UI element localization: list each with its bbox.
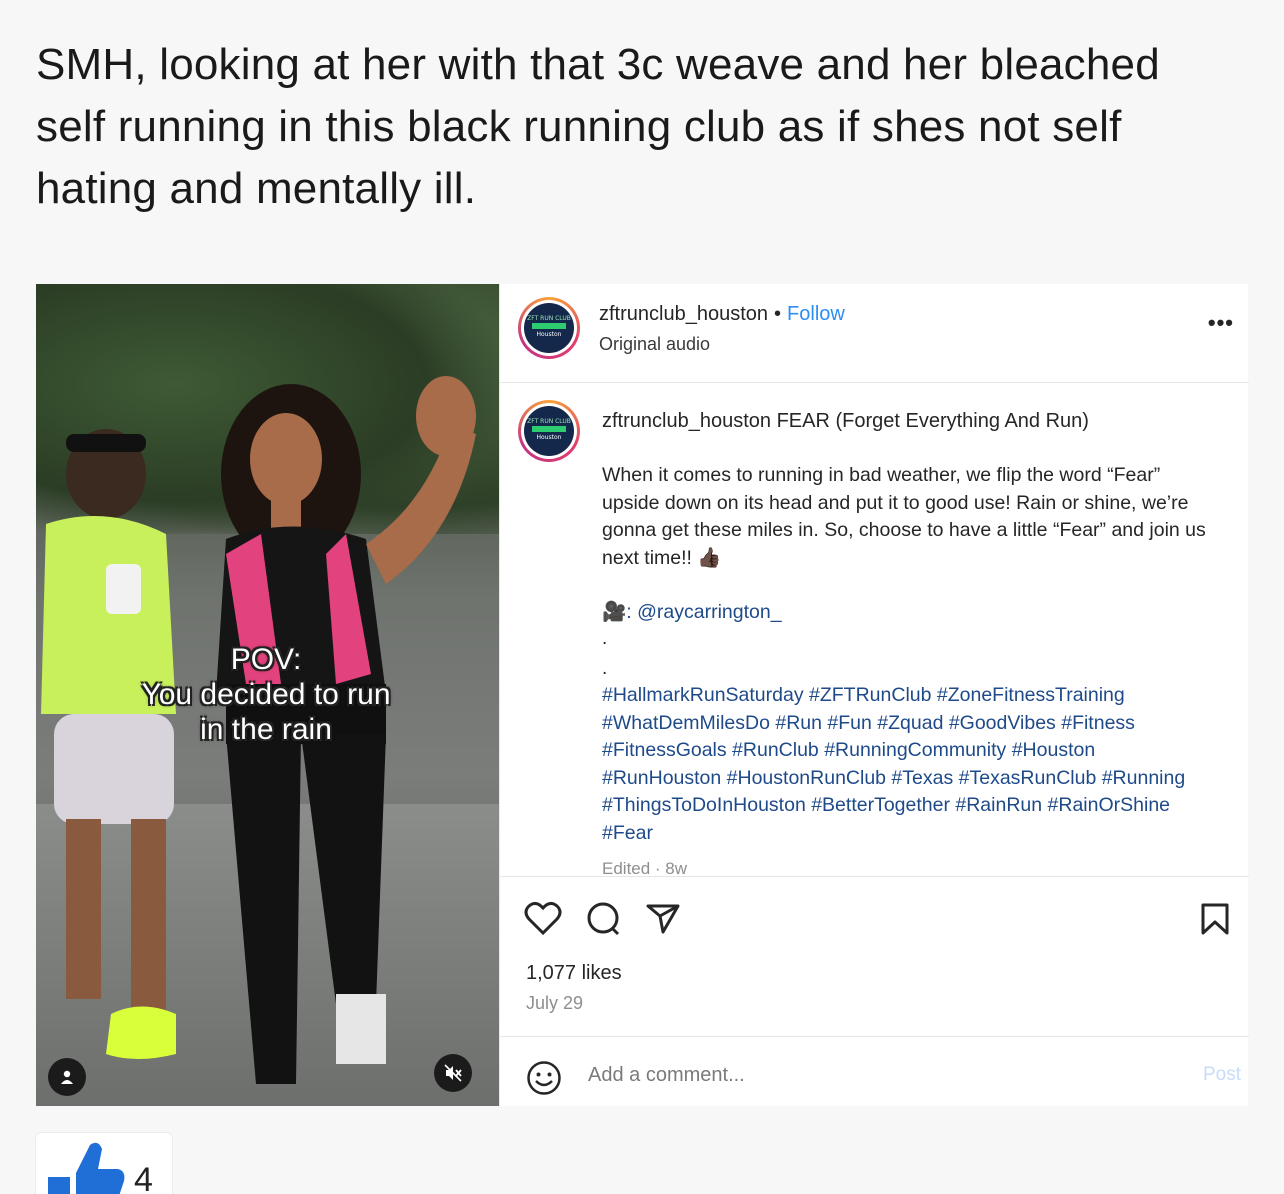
caption-divider bbox=[500, 876, 1249, 877]
caption-avatar[interactable]: ZFT RUN CLUB Houston bbox=[518, 400, 580, 462]
reaction-count: 4 bbox=[134, 1161, 153, 1194]
overlay-line-1: POV: bbox=[230, 643, 302, 676]
header-divider bbox=[500, 382, 1249, 383]
thumbs-up-icon bbox=[48, 1142, 125, 1194]
avatar-subtext: Houston bbox=[536, 434, 562, 441]
caption-username[interactable]: zftrunclub_houston bbox=[602, 410, 771, 432]
video-credit[interactable]: 🎥: @raycarrington_ bbox=[602, 600, 782, 624]
overlay-line-2: You decided to run bbox=[141, 678, 391, 711]
post-details-panel: ZFT RUN CLUB Houston zftrunclub_houston •… bbox=[499, 284, 1249, 1106]
separator-dot: • bbox=[774, 303, 782, 325]
heart-icon[interactable] bbox=[524, 900, 562, 936]
more-options-icon[interactable]: ••• bbox=[1208, 310, 1234, 336]
action-bar bbox=[524, 898, 682, 938]
likes-count[interactable]: 1,077 likes bbox=[526, 962, 622, 985]
avatar-text: ZFT RUN CLUB bbox=[527, 418, 571, 425]
person-icon[interactable] bbox=[48, 1058, 86, 1096]
runner-left-illustration bbox=[41, 429, 176, 1059]
share-icon[interactable] bbox=[644, 900, 682, 936]
profile-avatar[interactable]: ZFT RUN CLUB Houston bbox=[518, 297, 580, 359]
video-text-overlay: POV: You decided to run in the rain bbox=[66, 642, 466, 747]
caption-body: When it comes to running in bad weather,… bbox=[602, 464, 1206, 569]
speaker-muted-icon[interactable] bbox=[434, 1054, 472, 1092]
post-text: SMH, looking at her with that 3c weave a… bbox=[36, 40, 1160, 213]
hashtags[interactable]: #HallmarkRunSaturday #ZFTRunClub #ZoneFi… bbox=[602, 682, 1202, 847]
instagram-embed: POV: You decided to run in the rain ZFT … bbox=[36, 284, 1249, 1106]
username-link[interactable]: zftrunclub_houston bbox=[599, 303, 768, 325]
overlay-line-3: in the rain bbox=[200, 713, 332, 746]
post-date: July 29 bbox=[526, 993, 584, 1013]
audio-label[interactable]: Original audio bbox=[599, 334, 710, 355]
comment-input[interactable]: Add a comment... bbox=[588, 1064, 745, 1087]
caption-title: zftrunclub_houston FEAR (Forget Everythi… bbox=[602, 410, 1089, 433]
caption-headline: FEAR (Forget Everything And Run) bbox=[776, 410, 1089, 432]
header-user-line: zftrunclub_houston • Follow bbox=[599, 303, 845, 326]
video-player[interactable]: POV: You decided to run in the rain bbox=[36, 284, 499, 1106]
bookmark-icon[interactable] bbox=[1200, 902, 1230, 936]
follow-button[interactable]: Follow bbox=[787, 303, 845, 325]
comment-icon[interactable] bbox=[584, 900, 622, 936]
avatar-subtext: Houston bbox=[536, 331, 562, 338]
comment-row: Add a comment... Post bbox=[500, 1036, 1249, 1106]
reaction-badge[interactable]: 4 bbox=[36, 1133, 172, 1194]
post-comment-button[interactable]: Post bbox=[1203, 1064, 1241, 1086]
smiley-icon[interactable] bbox=[526, 1060, 562, 1096]
caption-dots: . . bbox=[602, 628, 608, 679]
avatar-text: ZFT RUN CLUB bbox=[527, 315, 571, 322]
